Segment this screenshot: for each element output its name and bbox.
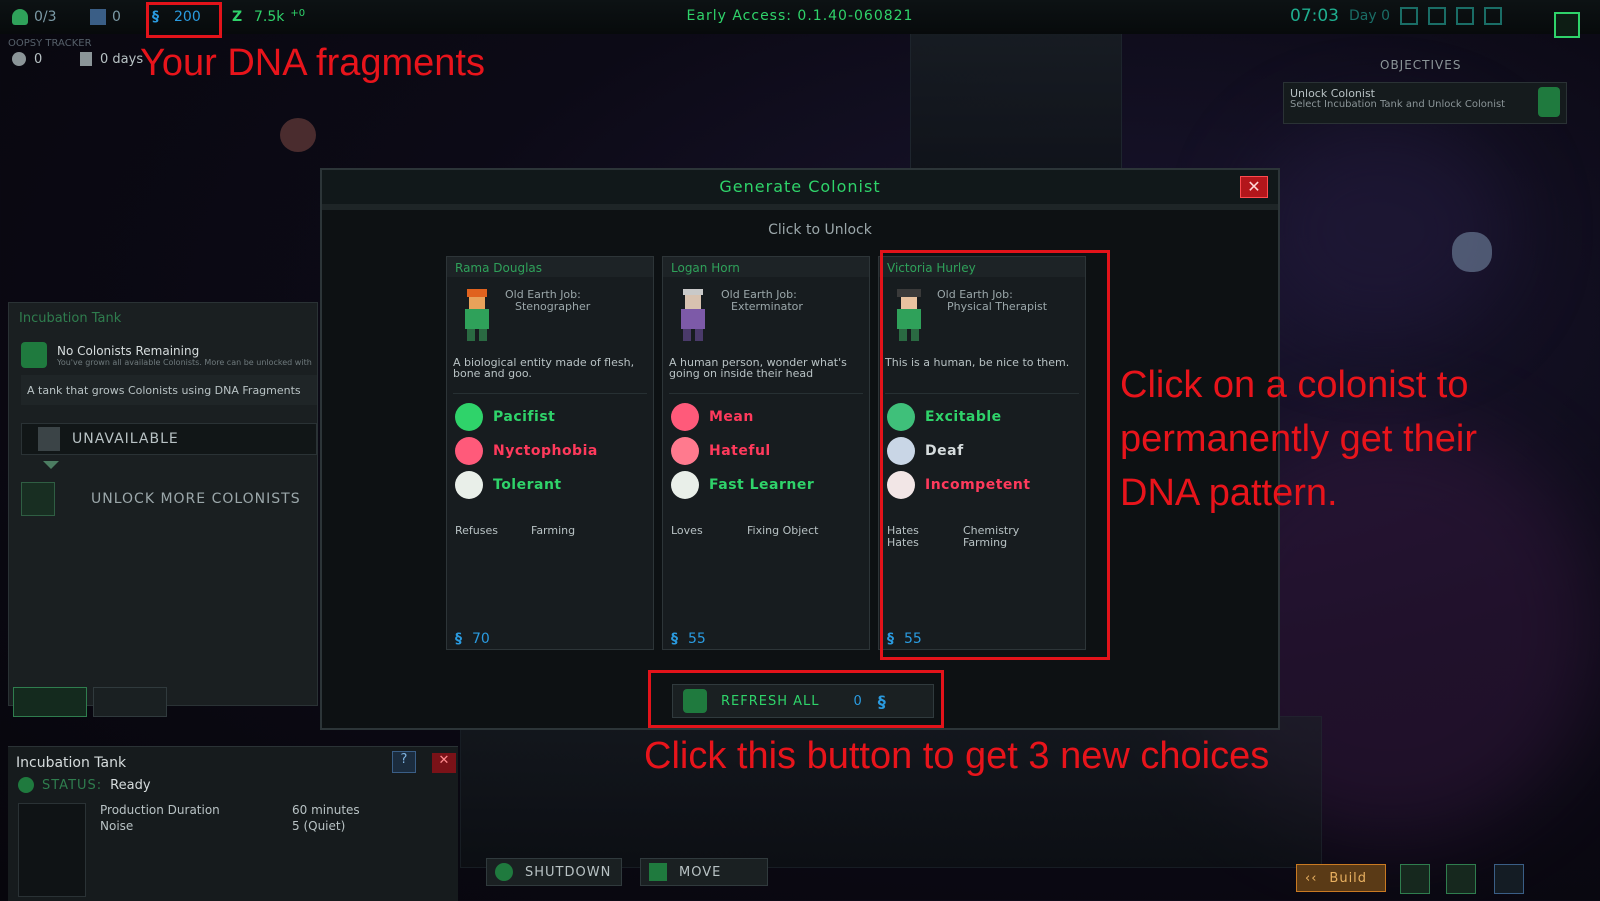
stat-row: Noise <box>100 819 134 833</box>
skip-icon[interactable] <box>1484 7 1503 25</box>
skull-icon <box>12 52 26 66</box>
trait-hateful[interactable]: Hateful <box>671 437 771 465</box>
dna-cost: § 70 <box>455 631 490 647</box>
power-icon: Z <box>232 9 243 25</box>
power-icon <box>495 863 513 881</box>
unlock-more-colonists-button[interactable]: UNLOCK MORE COLONISTS <box>21 481 317 517</box>
chevron-left-icon: ‹‹ <box>1305 870 1318 886</box>
stat-row: Production Duration <box>100 803 220 817</box>
colonist-name: Rama Douglas <box>455 261 543 275</box>
oopsy-days: 0 days <box>80 52 143 67</box>
hateful-icon <box>671 437 699 465</box>
asteroid <box>1452 232 1492 272</box>
colonist-description: A human person, wonder what's going on i… <box>669 356 847 380</box>
hourglass-icon <box>80 52 92 66</box>
building-title: Incubation Tank <box>16 755 127 771</box>
trait-nyctophobia[interactable]: Nyctophobia <box>455 437 598 465</box>
no-colonists-notice: No Colonists Remaining You've grown all … <box>21 333 317 377</box>
trait-fast-learner[interactable]: Fast Learner <box>671 471 814 499</box>
tab-stats[interactable] <box>93 687 167 717</box>
colonist-portrait <box>671 289 715 343</box>
preference-row: Refuses Farming <box>455 524 576 537</box>
unlock-hint: Click to Unlock <box>768 222 872 238</box>
ship-hull-top <box>910 30 1122 172</box>
close-icon[interactable]: ✕ <box>432 753 456 773</box>
trait-pacifist[interactable]: Pacifist <box>455 403 555 431</box>
tank-description: A tank that grows Colonists using DNA Fr… <box>21 375 317 405</box>
research-icon[interactable] <box>1446 864 1476 894</box>
pacifist-icon <box>455 403 483 431</box>
colonist-objective-icon <box>1538 87 1560 117</box>
pause-icon[interactable] <box>1400 7 1419 25</box>
play-icon[interactable] <box>1428 7 1447 25</box>
colonist-portrait <box>455 289 499 343</box>
tab-home[interactable] <box>13 687 87 717</box>
build-button[interactable]: ‹‹ Build <box>1296 864 1386 892</box>
oopsy-deaths: 0 <box>12 52 42 67</box>
close-icon[interactable]: ✕ <box>1240 176 1268 198</box>
refresh-annotation: Click this button to get 3 new choices <box>644 735 1270 777</box>
version-label: Early Access: 0.1.40-060821 <box>686 8 914 24</box>
dna-icon: § <box>671 631 678 647</box>
dna-annotation: Your DNA fragments <box>140 42 485 84</box>
dialog-header: Generate Colonist ✕ <box>322 170 1278 210</box>
dna-icon: § <box>455 631 462 647</box>
check-icon <box>18 777 34 793</box>
stat-value: 60 minutes <box>292 803 360 817</box>
fast-learner-icon <box>671 471 699 499</box>
dna-highlight-box <box>146 2 222 38</box>
tolerant-icon <box>455 471 483 499</box>
old-earth-job: Old Earth Job: Exterminator <box>721 288 803 313</box>
colonist-count[interactable]: 0/3 <box>12 6 57 28</box>
help-icon[interactable]: ? <box>392 751 416 773</box>
oopsy-tracker-title: OOPSY TRACKER <box>8 38 92 49</box>
trait-mean[interactable]: Mean <box>671 403 754 431</box>
colonist-warning-icon <box>21 342 47 368</box>
asteroid <box>280 118 316 152</box>
locked-colonist-icon <box>38 427 60 451</box>
objective-item[interactable]: Unlock Colonist Select Incubation Tank a… <box>1283 82 1567 124</box>
power-readout[interactable]: Z 7.5k +0 <box>232 6 305 28</box>
chevron-down-icon <box>43 461 59 469</box>
colonist-annotation: Click on a colonist to permanently get t… <box>1120 364 1477 514</box>
old-earth-job: Old Earth Job: Stenographer <box>505 288 591 313</box>
colonist-description: A biological entity made of flesh, bone … <box>453 356 635 380</box>
game-clock: 07:03 Day 0 <box>1290 6 1503 26</box>
fast-forward-icon[interactable] <box>1456 7 1475 25</box>
objectives-header: OBJECTIVES <box>1380 58 1462 72</box>
building-thumbnail <box>18 803 86 897</box>
add-colonist-icon <box>21 482 55 516</box>
dialog-title: Generate Colonist <box>719 177 881 196</box>
colonist-icon <box>12 9 28 25</box>
colonist-card[interactable]: Rama Douglas Old Earth Job: Stenographer … <box>446 256 654 650</box>
move-icon <box>649 863 667 881</box>
bed-icon <box>90 9 106 25</box>
alert-icon[interactable] <box>1400 864 1430 894</box>
mean-icon <box>671 403 699 431</box>
dna-cost: § 55 <box>671 631 706 647</box>
building-info-panel: Incubation Tank ? ✕ STATUS: Ready Produc… <box>8 746 458 901</box>
incubation-side-panel: Incubation Tank No Colonists Remaining Y… <box>8 302 318 717</box>
refresh-highlight-box <box>648 670 944 728</box>
stat-value: 5 (Quiet) <box>292 819 346 833</box>
bed-count[interactable]: 0 <box>90 6 121 28</box>
unavailable-slot: UNAVAILABLE <box>21 423 317 455</box>
trait-tolerant[interactable]: Tolerant <box>455 471 562 499</box>
menu-icon[interactable] <box>1554 12 1580 38</box>
move-button[interactable]: MOVE <box>640 858 768 886</box>
flask-icon[interactable] <box>1494 864 1524 894</box>
status-row: STATUS: Ready <box>18 777 151 793</box>
panel-title: Incubation Tank <box>19 311 122 326</box>
objective-desc: Select Incubation Tank and Unlock Coloni… <box>1290 99 1506 110</box>
shutdown-button[interactable]: SHUTDOWN <box>486 858 622 886</box>
nyctophobia-icon <box>455 437 483 465</box>
preference-row: Loves Fixing Object <box>671 524 819 537</box>
colonist-highlight-box <box>880 250 1110 660</box>
colonist-card[interactable]: Logan Horn Old Earth Job: Exterminator A … <box>662 256 870 650</box>
colonist-name: Logan Horn <box>671 261 740 275</box>
